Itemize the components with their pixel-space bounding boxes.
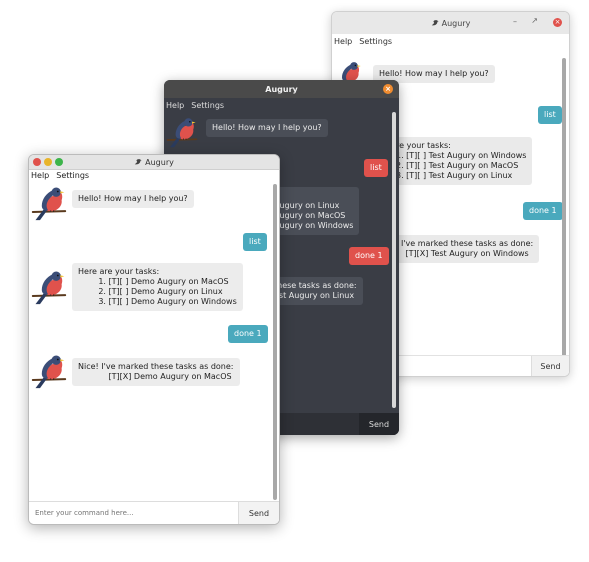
command-input[interactable] (29, 502, 238, 524)
menu-help[interactable]: Help (334, 37, 352, 46)
window-title: Augury (145, 157, 174, 167)
send-button[interactable]: Send (359, 413, 399, 435)
menu-help[interactable]: Help (166, 101, 184, 110)
send-button[interactable]: Send (531, 356, 569, 376)
bird-avatar-icon (166, 112, 198, 152)
minimize-icon[interactable]: – (513, 17, 517, 26)
minimize-dot-icon[interactable] (44, 158, 52, 166)
bot-message: s: Augury on Linux Augury on MacOS Augur… (268, 187, 360, 235)
bird-avatar-icon (31, 183, 67, 223)
bot-message: Nice! I've marked these tasks as done: [… (72, 358, 240, 386)
menu-settings[interactable]: Settings (191, 101, 224, 110)
menu-help[interactable]: Help (31, 171, 49, 180)
user-message: done 1 (523, 202, 563, 220)
bird-avatar-icon (31, 351, 67, 391)
app-logo-icon (134, 158, 142, 166)
app-logo-icon (431, 19, 439, 27)
bot-message: I've marked these tasks as done: [T][X] … (395, 235, 540, 263)
user-message: list (243, 233, 267, 251)
window-title: Augury (265, 84, 298, 94)
close-icon[interactable]: × (383, 84, 393, 94)
bot-message: Hello! How may I help you? (206, 119, 328, 137)
bird-avatar-icon (31, 267, 67, 307)
menu-bar: Help Settings (164, 98, 399, 112)
bot-message: re your tasks: 1. [T][ ] Test Augury on … (390, 137, 533, 185)
user-message: list (364, 159, 388, 177)
scrollbar[interactable] (562, 58, 566, 356)
bot-message: Here are your tasks: 1. [T][ ] Demo Augu… (72, 263, 243, 311)
chat-area: Hello! How may I help you? list Here are… (29, 181, 279, 502)
user-message: list (538, 106, 562, 124)
bot-message: these tasks as done: est Augury on Linux (268, 277, 363, 305)
scrollbar[interactable] (273, 184, 277, 500)
scrollbar[interactable] (392, 112, 396, 408)
menu-settings[interactable]: Settings (56, 171, 89, 180)
send-button[interactable]: Send (238, 502, 279, 524)
user-message: done 1 (349, 247, 389, 265)
maximize-icon[interactable]: ↗ (531, 16, 538, 25)
input-bar: Send (29, 501, 279, 524)
bot-message: Hello! How may I help you? (72, 190, 194, 208)
title-bar[interactable]: Augury – ↗ × (332, 12, 569, 34)
window-c: Augury Help Settings Hello! How may I he… (28, 154, 280, 525)
close-dot-icon[interactable] (33, 158, 41, 166)
menu-bar: Help Settings (29, 169, 279, 181)
menu-bar: Help Settings (332, 34, 569, 48)
zoom-dot-icon[interactable] (55, 158, 63, 166)
menu-settings[interactable]: Settings (359, 37, 392, 46)
close-icon[interactable]: × (553, 18, 562, 27)
title-bar[interactable]: Augury (29, 155, 279, 170)
title-bar[interactable]: Augury × (164, 80, 399, 98)
window-title: Augury (441, 18, 471, 28)
user-message: done 1 (228, 325, 268, 343)
